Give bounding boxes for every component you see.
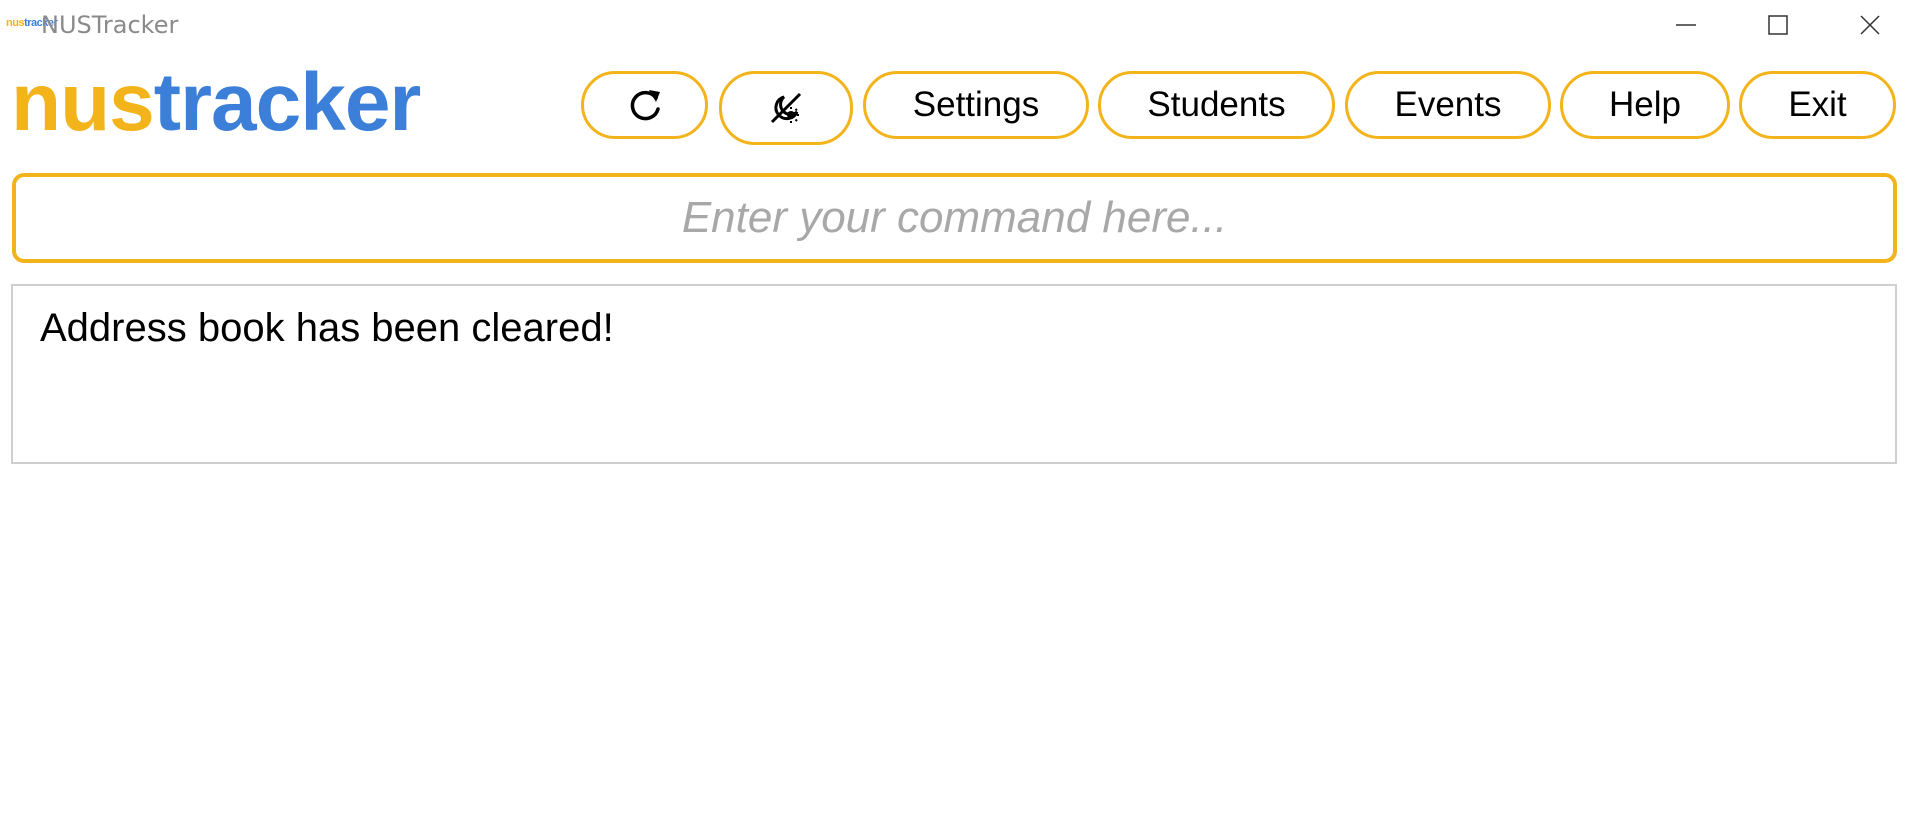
result-message: Address book has been cleared! (40, 306, 614, 350)
result-display: Address book has been cleared! (11, 284, 1897, 464)
logo-nus: nus (11, 57, 155, 148)
window-title: NUSTracker (41, 11, 179, 39)
minimize-button[interactable] (1640, 0, 1732, 50)
settings-button-label: Settings (912, 85, 1040, 124)
maximize-icon (1768, 15, 1788, 35)
window-titlebar: nustracker NUSTracker (0, 0, 1917, 50)
exit-button-label: Exit (1788, 85, 1847, 124)
app-logo: nustracker (11, 57, 422, 148)
logo-tracker: tracker (153, 57, 422, 148)
refresh-icon (630, 90, 660, 121)
students-button-label: Students (1147, 85, 1286, 124)
theme-toggle-icon (770, 92, 802, 124)
refresh-button[interactable] (581, 71, 708, 139)
command-box (12, 173, 1897, 263)
settings-button[interactable]: Settings (863, 71, 1089, 139)
help-button[interactable]: Help (1560, 71, 1730, 139)
students-button[interactable]: Students (1098, 71, 1335, 139)
events-button-label: Events (1394, 85, 1502, 124)
exit-button[interactable]: Exit (1739, 71, 1896, 139)
command-input[interactable] (16, 177, 1893, 259)
help-button-label: Help (1609, 85, 1681, 124)
theme-toggle-button[interactable] (719, 71, 853, 145)
close-icon (1860, 15, 1880, 35)
app-icon-part-nus: nus (6, 17, 25, 29)
close-window-button[interactable] (1824, 0, 1916, 50)
maximize-button[interactable] (1732, 0, 1824, 50)
minimize-icon (1676, 24, 1696, 26)
events-button[interactable]: Events (1345, 71, 1551, 139)
